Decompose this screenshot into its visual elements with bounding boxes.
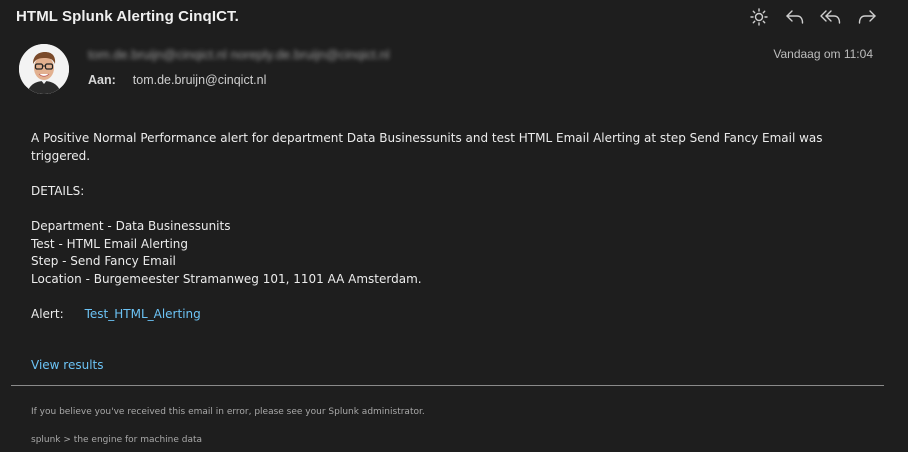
detail-location: Location - Burgemeester Stramanweg 101, … bbox=[31, 271, 422, 286]
alert-intro: A Positive Normal Performance alert for … bbox=[31, 131, 823, 163]
sun-icon[interactable] bbox=[748, 6, 770, 28]
details-heading: DETAILS: bbox=[31, 183, 85, 198]
to-address[interactable]: tom.de.bruijn@cinqict.nl bbox=[133, 73, 267, 87]
sender-avatar bbox=[19, 44, 69, 94]
reply-all-icon[interactable] bbox=[820, 6, 842, 28]
recipient-row: Aan: tom.de.bruijn@cinqict.nl bbox=[88, 73, 266, 87]
alert-link[interactable]: Test_HTML_Alerting bbox=[85, 306, 201, 324]
forward-icon[interactable] bbox=[856, 6, 878, 28]
email-subject: HTML Splunk Alerting CinqICT. bbox=[16, 8, 239, 25]
footer-note: If you believe you've received this emai… bbox=[31, 407, 425, 417]
email-body: A Positive Normal Performance alert for … bbox=[31, 130, 831, 324]
view-results-link[interactable]: View results bbox=[31, 358, 104, 372]
sender-address-redacted: tom.de.bruijn@cinqict.nl noreply.de.brui… bbox=[88, 47, 390, 62]
received-date: Vandaag om 11:04 bbox=[773, 47, 873, 61]
footer-divider bbox=[11, 385, 884, 386]
detail-step: Step - Send Fancy Email bbox=[31, 254, 176, 269]
alert-label: Alert: bbox=[31, 306, 64, 321]
email-window: HTML Splunk Alerting CinqICT. tom.de.bru… bbox=[0, 0, 908, 452]
footer-tagline: splunk > the engine for machine data bbox=[31, 435, 203, 445]
message-toolbar bbox=[748, 6, 878, 28]
detail-test: Test - HTML Email Alerting bbox=[31, 236, 189, 251]
reply-icon[interactable] bbox=[784, 6, 806, 28]
alert-row: Alert: Test_HTML_Alerting bbox=[31, 306, 831, 324]
detail-department: Department - Data Businessunits bbox=[31, 218, 231, 233]
to-label: Aan: bbox=[88, 73, 116, 87]
